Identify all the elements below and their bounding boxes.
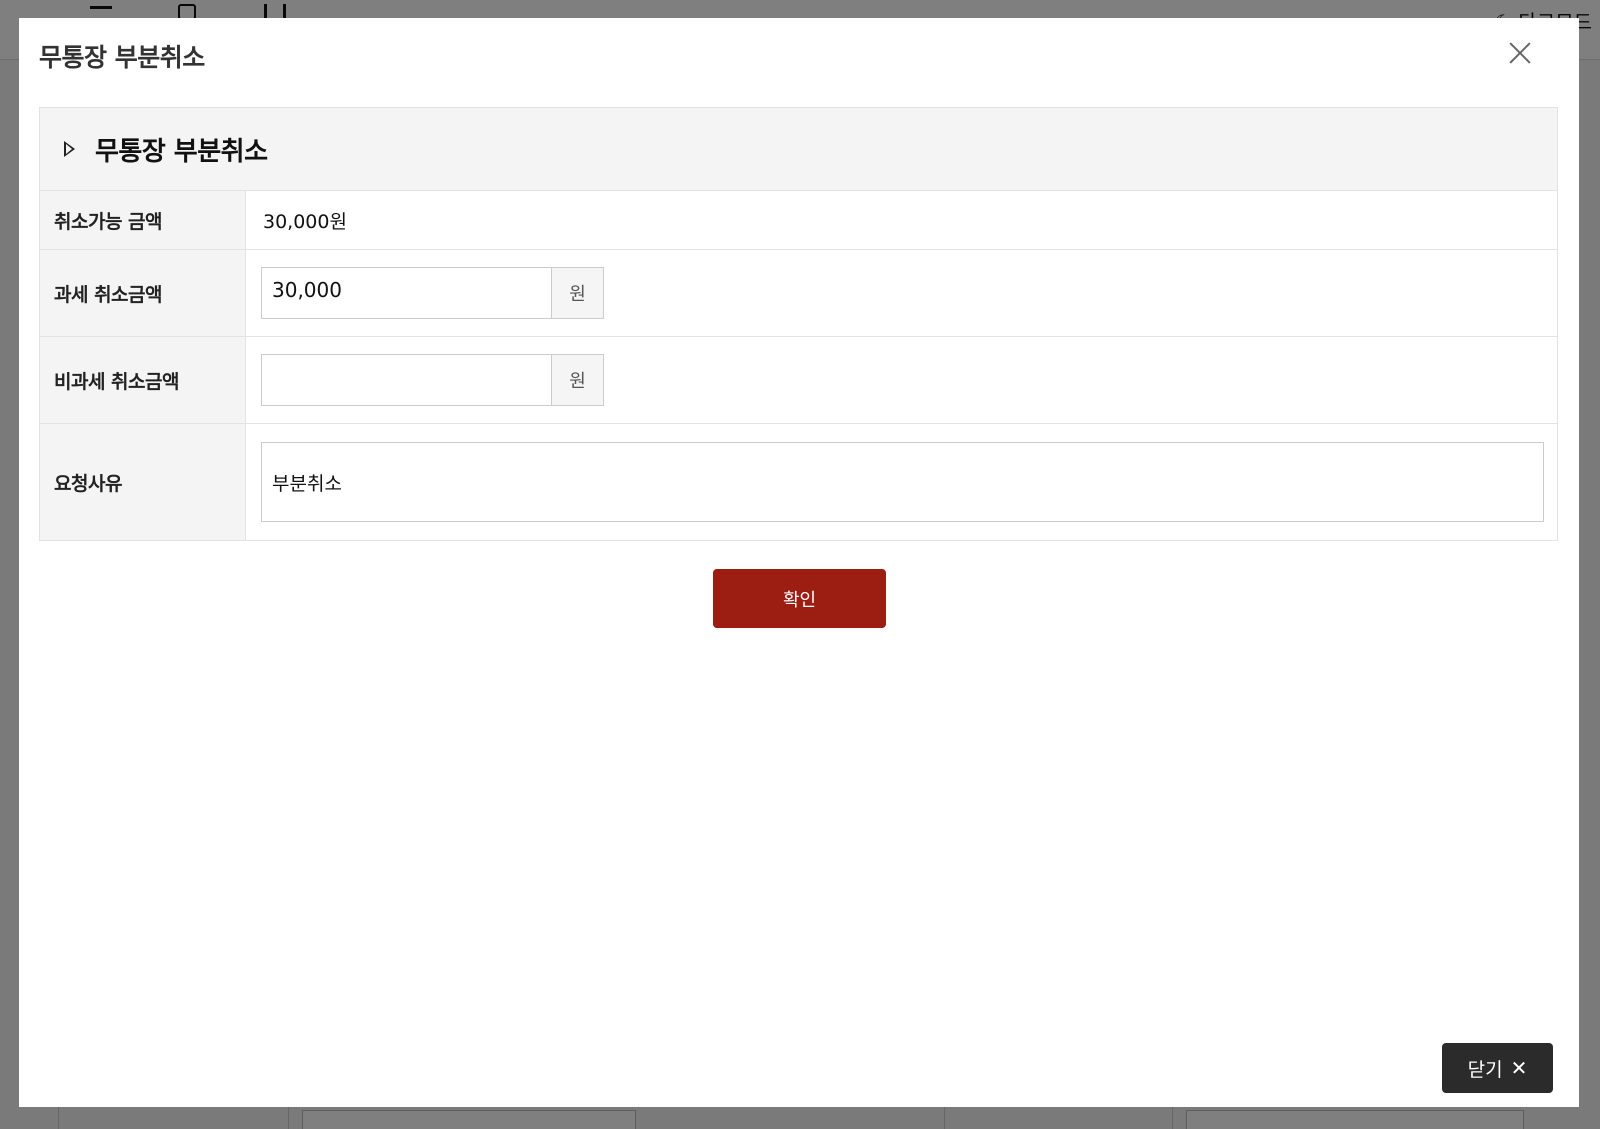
cancelable-amount-value: 30,000원 bbox=[263, 210, 347, 233]
nontaxable-amount-group: 원 bbox=[261, 354, 604, 406]
form-label: 비과세 취소금액 bbox=[40, 337, 246, 423]
request-reason-input[interactable] bbox=[261, 442, 1544, 522]
close-x-icon: ✕ bbox=[1510, 1056, 1528, 1080]
partial-cancel-modal: 무통장 부분취소 무통장 부분취소 취소가능 금액 30,000원 과세 취소금… bbox=[19, 18, 1579, 1107]
form-label: 취소가능 금액 bbox=[40, 191, 246, 249]
nontaxable-amount-input[interactable] bbox=[261, 354, 551, 406]
currency-unit: 원 bbox=[551, 267, 604, 319]
close-button[interactable]: 닫기 ✕ bbox=[1442, 1043, 1553, 1093]
form-row-cancelable-amount: 취소가능 금액 30,000원 bbox=[40, 191, 1557, 250]
panel-title: 무통장 부분취소 bbox=[95, 136, 268, 167]
taxable-amount-group: 원 bbox=[261, 267, 604, 319]
modal-title: 무통장 부분취소 bbox=[39, 43, 205, 72]
cancel-form-panel: 무통장 부분취소 취소가능 금액 30,000원 과세 취소금액 원 비과세 취… bbox=[39, 107, 1558, 541]
confirm-button[interactable]: 확인 bbox=[713, 569, 886, 628]
form-row-nontaxable-amount: 비과세 취소금액 원 bbox=[40, 337, 1557, 424]
currency-unit: 원 bbox=[551, 354, 604, 406]
taxable-amount-input[interactable] bbox=[261, 267, 551, 319]
form-label: 과세 취소금액 bbox=[40, 250, 246, 336]
triangle-right-icon bbox=[64, 141, 75, 157]
panel-header: 무통장 부분취소 bbox=[40, 108, 1557, 191]
form-row-request-reason: 요청사유 bbox=[40, 424, 1557, 540]
close-icon[interactable] bbox=[1506, 39, 1534, 67]
form-row-taxable-amount: 과세 취소금액 원 bbox=[40, 250, 1557, 337]
close-button-label: 닫기 bbox=[1467, 1058, 1503, 1081]
form-label: 요청사유 bbox=[40, 424, 246, 540]
